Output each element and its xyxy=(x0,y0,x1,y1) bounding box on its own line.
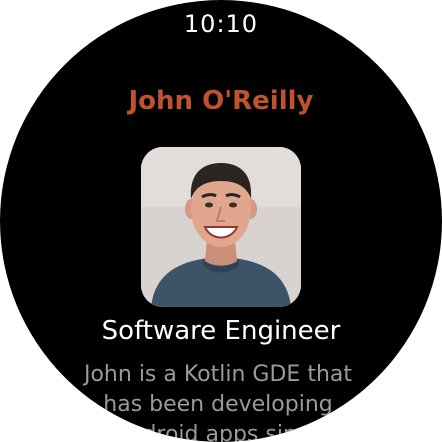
profile-bio: John is a Kotlin GDE that has been devel… xyxy=(83,362,352,442)
avatar xyxy=(141,147,301,307)
clock-time: 10:10 xyxy=(183,10,259,38)
person-photo-icon xyxy=(141,147,301,307)
watch-face: 10:10 John O'Reilly Software Engineer Jo… xyxy=(0,0,442,442)
profile-title: Software Engineer xyxy=(101,316,341,346)
profile-name: John O'Reilly xyxy=(128,86,314,116)
